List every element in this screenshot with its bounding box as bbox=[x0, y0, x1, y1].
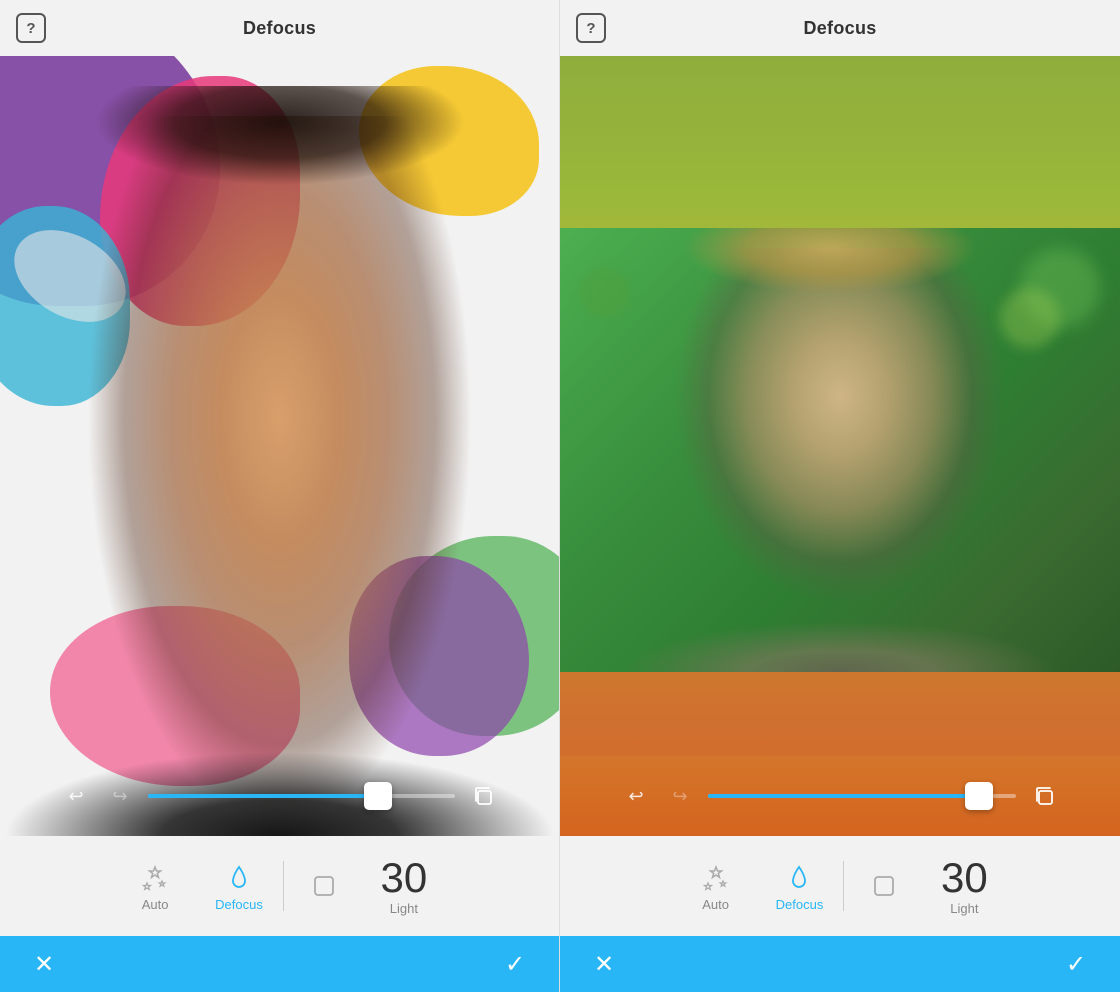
right-action-bar: ✕ ✓ bbox=[560, 936, 1120, 992]
left-defocus-label: Defocus bbox=[215, 897, 263, 912]
right-light-button[interactable] bbox=[844, 862, 924, 910]
left-copy-button[interactable] bbox=[467, 780, 499, 812]
left-slider-track[interactable] bbox=[148, 794, 455, 798]
left-auto-icon bbox=[139, 861, 171, 893]
left-cancel-button[interactable]: ✕ bbox=[24, 944, 64, 984]
right-header: ? Defocus bbox=[560, 0, 1120, 56]
left-slider-area: ↩ ↪ bbox=[0, 756, 559, 836]
right-value-label: Light bbox=[950, 901, 978, 916]
left-slider-thumb[interactable] bbox=[364, 782, 392, 810]
right-defocus-icon bbox=[783, 861, 815, 893]
right-redo-button[interactable]: ↪ bbox=[664, 780, 696, 812]
left-slider-fill bbox=[148, 794, 378, 798]
left-help-button[interactable]: ? bbox=[16, 13, 46, 43]
left-auto-button[interactable]: Auto bbox=[115, 853, 195, 920]
right-defocus-button[interactable]: Defocus bbox=[756, 853, 844, 920]
right-toolbar: Auto Defocus 30 Light bbox=[560, 836, 1120, 936]
left-confirm-button[interactable]: ✓ bbox=[495, 944, 535, 984]
right-auto-icon bbox=[700, 861, 732, 893]
left-value-number: 30 bbox=[380, 857, 427, 899]
right-slider-track[interactable] bbox=[708, 794, 1016, 798]
right-slider-area: ↩ ↪ bbox=[560, 756, 1120, 836]
left-title: Defocus bbox=[243, 18, 316, 39]
right-image-container: ↩ ↪ bbox=[560, 56, 1120, 836]
right-photo-inner bbox=[560, 228, 1120, 673]
left-value-label: Light bbox=[390, 901, 418, 916]
left-defocus-button[interactable]: Defocus bbox=[195, 853, 283, 920]
right-undo-button[interactable]: ↩ bbox=[620, 780, 652, 812]
left-header: ? Defocus bbox=[0, 0, 559, 56]
right-defocus-label: Defocus bbox=[776, 897, 824, 912]
left-action-bar: ✕ ✓ bbox=[0, 936, 559, 992]
left-defocus-icon bbox=[223, 861, 255, 893]
right-copy-button[interactable] bbox=[1028, 780, 1060, 812]
left-auto-label: Auto bbox=[142, 897, 169, 912]
left-panel: ? Defocus bbox=[0, 0, 560, 992]
right-copy-icon bbox=[1033, 785, 1055, 807]
right-cancel-button[interactable]: ✕ bbox=[584, 944, 624, 984]
right-auto-button[interactable]: Auto bbox=[676, 853, 756, 920]
left-light-button[interactable] bbox=[284, 862, 364, 910]
right-auto-label: Auto bbox=[702, 897, 729, 912]
right-light-icon bbox=[868, 870, 900, 902]
left-value-display: 30 Light bbox=[364, 849, 444, 924]
right-slider-thumb[interactable] bbox=[965, 782, 993, 810]
left-undo-button[interactable]: ↩ bbox=[60, 780, 92, 812]
right-value-display: 30 Light bbox=[924, 849, 1004, 924]
right-title: Defocus bbox=[803, 18, 876, 39]
left-light-icon bbox=[308, 870, 340, 902]
right-help-button[interactable]: ? bbox=[576, 13, 606, 43]
right-panel: ? Defocus ↩ ↪ bbox=[560, 0, 1120, 992]
left-redo-button[interactable]: ↪ bbox=[104, 780, 136, 812]
right-confirm-button[interactable]: ✓ bbox=[1056, 944, 1096, 984]
right-slider-fill bbox=[708, 794, 979, 798]
left-image-container: ↩ ↪ bbox=[0, 56, 559, 836]
left-toolbar: Auto Defocus 30 Light bbox=[0, 836, 559, 936]
right-value-number: 30 bbox=[941, 857, 988, 899]
left-photo bbox=[0, 56, 559, 836]
copy-icon bbox=[472, 785, 494, 807]
